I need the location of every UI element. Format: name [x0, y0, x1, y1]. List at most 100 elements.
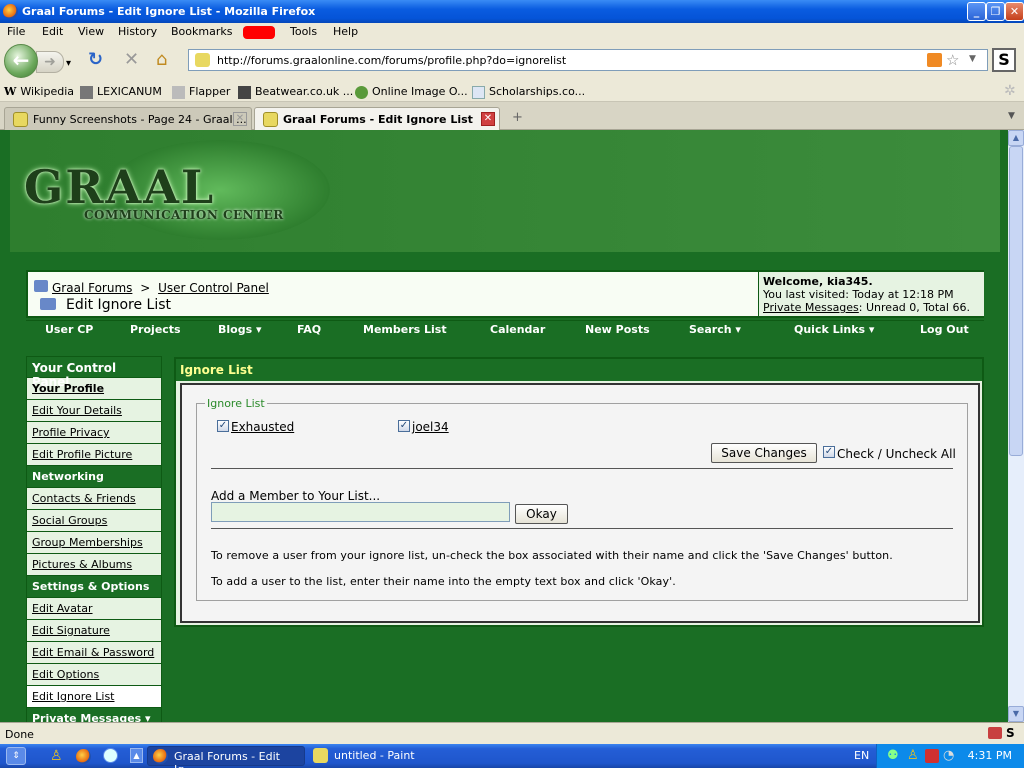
tab-close-icon[interactable]: ✕ [481, 112, 495, 126]
back-button[interactable]: ← [4, 44, 38, 78]
breadcrumb-user-control-panel[interactable]: User Control Panel [158, 281, 269, 295]
maximize-button[interactable]: ❐ [986, 2, 1005, 21]
bookmark-wikipedia[interactable]: W Wikipedia [4, 85, 74, 98]
url-dropdown-icon[interactable]: ▼ [969, 54, 976, 64]
scroll-thumb[interactable] [1009, 146, 1023, 456]
ie-icon[interactable] [103, 748, 118, 763]
paint-icon [313, 748, 328, 763]
menu-bookmarks[interactable]: Bookmarks [171, 25, 232, 38]
sidebar-item-edit-options[interactable]: Edit Options [26, 664, 162, 686]
network-tray-icon[interactable]: ⚉ [887, 748, 899, 763]
nav-blogs[interactable]: Blogs ▾ [218, 323, 261, 336]
tab-funny-screenshots[interactable]: Funny Screenshots - Page 24 - Graal ... … [4, 107, 252, 130]
sidebar-item-social-groups[interactable]: Social Groups [26, 510, 162, 532]
page-scrollbar[interactable]: ▲ ▼ [1008, 130, 1024, 722]
volume-tray-icon[interactable]: ◔ [943, 748, 954, 763]
sidebar-section-private-messages[interactable]: Private Messages ▾ [26, 708, 162, 722]
antivirus-tray-icon[interactable] [925, 749, 939, 763]
search-engine-icon[interactable]: S [992, 48, 1016, 72]
sidebar-item-profile-privacy[interactable]: Profile Privacy [26, 422, 162, 444]
taskbar-firefox-window[interactable]: Graal Forums - Edit Ig... [147, 746, 305, 768]
status-addon-icon[interactable] [988, 727, 1002, 739]
url-text: http://forums.graalonline.com/forums/pro… [217, 54, 567, 67]
bookmark-beatwear[interactable]: Beatwear.co.uk ... [238, 85, 353, 99]
menu-edit[interactable]: Edit [42, 25, 63, 38]
url-bar[interactable]: http://forums.graalonline.com/forums/pro… [188, 49, 988, 71]
bookmark-flapper[interactable]: Flapper [172, 85, 230, 99]
tab-favicon-icon [13, 112, 28, 127]
forward-button[interactable]: ➜ [36, 51, 64, 73]
nav-quick-links[interactable]: Quick Links ▾ [794, 323, 874, 336]
fieldset-legend: Ignore List [207, 397, 265, 410]
sidebar-item-pictures-albums[interactable]: Pictures & Albums [26, 554, 162, 576]
sidebar-section-settings-options[interactable]: Settings & Options [26, 576, 162, 598]
close-window-button[interactable]: ✕ [1005, 2, 1024, 21]
okay-button[interactable]: Okay [515, 504, 568, 524]
user-link-joel34[interactable]: joel34 [412, 420, 449, 434]
private-messages-link[interactable]: Private Messages [763, 301, 859, 314]
history-dropdown-icon[interactable]: ▾ [66, 54, 71, 74]
sidebar-item-contacts-friends[interactable]: Contacts & Friends [26, 488, 162, 510]
bookmark-star-icon[interactable]: ☆ [946, 51, 959, 69]
bookmark-scholarships[interactable]: Scholarships.co... [472, 85, 585, 99]
taskbar-paint-window[interactable]: untitled - Paint [308, 746, 468, 766]
menu-tools[interactable]: Tools [290, 25, 317, 38]
nav-projects[interactable]: Projects [130, 323, 181, 336]
home-icon[interactable]: ⌂ [156, 50, 167, 70]
window-title: Graal Forums - Edit Ignore List - Mozill… [22, 5, 316, 18]
quick-launch-icon[interactable]: ⇕ [6, 747, 26, 765]
user-link-exhausted[interactable]: Exhausted [231, 420, 294, 434]
language-indicator[interactable]: EN [854, 749, 869, 762]
status-bar: Done S [0, 722, 1024, 744]
sidebar-item-edit-email-password[interactable]: Edit Email & Password [26, 642, 162, 664]
menu-file[interactable]: File [7, 25, 25, 38]
list-tabs-icon[interactable]: ▼ [1008, 111, 1015, 121]
menu-help[interactable]: Help [333, 25, 358, 38]
rss-feed-icon[interactable] [927, 53, 942, 67]
scroll-down-icon[interactable]: ▼ [1008, 706, 1024, 722]
sidebar-section-networking[interactable]: Networking [26, 466, 162, 488]
user-checkbox-exhausted[interactable]: ✓ [217, 420, 229, 432]
lexicanum-icon [80, 85, 93, 99]
sidebar-item-your-profile[interactable]: Your Profile [26, 378, 162, 400]
save-changes-button[interactable]: Save Changes [711, 443, 817, 463]
menu-view[interactable]: View [78, 25, 104, 38]
nav-log-out[interactable]: Log Out [920, 323, 969, 336]
add-member-input[interactable] [211, 502, 510, 522]
sidebar-item-edit-profile-picture[interactable]: Edit Profile Picture [26, 444, 162, 466]
new-tab-icon[interactable]: + [512, 110, 523, 125]
menu-history[interactable]: History [118, 25, 157, 38]
tab-edit-ignore-list[interactable]: Graal Forums - Edit Ignore List ✕ [254, 107, 500, 131]
firefox-launch-icon[interactable] [76, 749, 91, 764]
sidebar-item-group-memberships[interactable]: Group Memberships [26, 532, 162, 554]
status-s-icon[interactable]: S [1006, 726, 1015, 740]
user-checkbox-joel34[interactable]: ✓ [398, 420, 410, 432]
site-logo[interactable]: GRAAL [24, 160, 215, 214]
sidebar-item-edit-your-details[interactable]: Edit Your Details [26, 400, 162, 422]
messenger-tray-icon[interactable]: ♙ [907, 748, 919, 763]
minimize-button[interactable]: _ [967, 2, 986, 21]
sidebar-item-edit-ignore-list[interactable]: Edit Ignore List [26, 686, 162, 708]
nav-members-list[interactable]: Members List [363, 323, 447, 336]
forum-home-icon[interactable] [34, 280, 48, 292]
sidebar-item-edit-avatar[interactable]: Edit Avatar [26, 598, 162, 620]
nav-faq[interactable]: FAQ [297, 323, 321, 336]
system-clock: 4:31 PM [967, 749, 1012, 762]
nav-search[interactable]: Search ▾ [689, 323, 741, 336]
reload-icon[interactable]: ↻ [88, 50, 103, 70]
bookmark-lexicanum[interactable]: LEXICANUM [80, 85, 162, 99]
bookmark-online-image[interactable]: Online Image O... [355, 85, 468, 99]
ignore-list-fieldset: Ignore List ✓ Exhausted ✓ joel34 Save Ch… [196, 397, 968, 601]
nav-new-posts[interactable]: New Posts [585, 323, 650, 336]
tab-close-icon[interactable]: ✕ [233, 112, 247, 126]
nav-calendar[interactable]: Calendar [490, 323, 545, 336]
folder-icon [40, 298, 56, 310]
nav-user-cp[interactable]: User CP [45, 323, 93, 336]
stop-icon[interactable]: ✕ [124, 50, 139, 70]
scroll-up-icon[interactable]: ▲ [1008, 130, 1024, 146]
messenger-icon[interactable]: ♙ [50, 748, 63, 764]
show-hidden-icon[interactable]: ▲ [130, 748, 143, 763]
breadcrumb-graal-forums[interactable]: Graal Forums [52, 281, 132, 295]
check-all-checkbox[interactable]: ✓ [823, 446, 835, 458]
sidebar-item-edit-signature[interactable]: Edit Signature [26, 620, 162, 642]
